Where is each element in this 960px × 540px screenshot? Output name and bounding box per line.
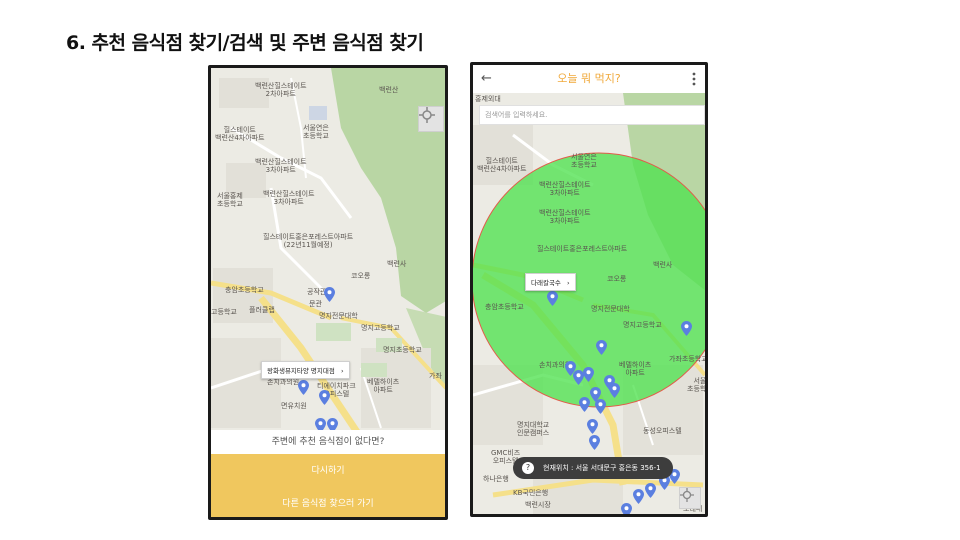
map-label: 베델하이츠 아파트 — [367, 378, 400, 394]
map-pin-icon[interactable] — [609, 383, 620, 398]
retry-button[interactable]: 다시하기 — [211, 454, 445, 488]
locate-icon — [419, 107, 435, 123]
map-pin-icon[interactable] — [595, 399, 606, 414]
map-label: 명지고등학교 — [361, 324, 400, 332]
map-pin-icon[interactable] — [298, 380, 309, 395]
map-label: 백련산힐스테이트 3차아파트 — [255, 158, 307, 174]
right-phone-screen: 홍제외대 힐스테이트 백련산4차아파트 서울연은 초등학교 백련산힐스테이트 3차아파… — [470, 62, 708, 517]
map-label: 백련사 — [387, 260, 407, 268]
map-label: 코오롱 — [351, 272, 371, 280]
map-label: 손치과의원 — [267, 378, 300, 386]
locate-button[interactable] — [418, 106, 444, 132]
map-label: 서울연은 초등학교 — [303, 124, 329, 140]
slide-title: 6. 추천 음식점 찾기/검색 및 주변 음식점 찾기 — [66, 32, 424, 54]
map-label: 명지전문대학 — [591, 305, 630, 313]
find-other-restaurant-button[interactable]: 다른 음식점 찾으러 가기 — [211, 486, 445, 517]
map-label: 백련산힐스테이트 3차아파트 — [539, 181, 591, 197]
right-map[interactable]: 홍제외대 힐스테이트 백련산4차아파트 서울연은 초등학교 백련산힐스테이트 3차아파… — [473, 65, 705, 514]
chevron-right-icon: › — [566, 279, 570, 287]
map-label: 서울연은 초등학교 — [571, 153, 597, 169]
current-location-pill[interactable]: ? 현재위치 : 서울 서대문구 홍은동 356-1 — [513, 457, 673, 479]
map-label: 가좌초등학교 — [669, 355, 708, 363]
locate-icon — [680, 488, 694, 502]
map-pin-icon[interactable] — [579, 397, 590, 412]
map-label: 백련산힐스테이트 3차아파트 — [263, 190, 315, 206]
map-label: 충암초등학교 — [225, 286, 264, 294]
more-vert-icon[interactable] — [691, 72, 697, 86]
restaurant-callout[interactable]: 왕화생뮤지타양 명지대점 › — [261, 361, 350, 379]
park-area — [331, 68, 445, 313]
map-label: 서울초등학교 — [687, 377, 707, 393]
map-label: 백련사 — [653, 261, 673, 269]
map-label: 플러클랩 — [249, 306, 275, 314]
callout-label: 왕화생뮤지타양 명지대점 — [267, 367, 335, 375]
map-label: 백련산힐스테이트 2차아파트 — [255, 82, 307, 98]
app-top-bar: ← 오늘 뭐 먹지? — [473, 65, 705, 93]
map-pin-icon[interactable] — [596, 340, 607, 355]
map-label: 하나은행 — [483, 475, 509, 483]
map-pin-icon[interactable] — [681, 321, 692, 336]
current-location-text: 현재위치 : 서울 서대문구 홍은동 356-1 — [543, 464, 661, 472]
map-label: 베델하이츠 아파트 — [619, 361, 652, 377]
map-label: 문관 — [309, 300, 322, 308]
map-label: 면유치원 — [281, 402, 307, 410]
no-recommendation-question: 주변에 추천 음식점이 없다면? — [211, 430, 445, 454]
map-label: 백련산 — [379, 86, 399, 94]
map-pin-icon[interactable] — [621, 503, 632, 517]
map-pin-icon[interactable] — [583, 367, 594, 382]
map-label: 명지전문대학 — [319, 312, 358, 320]
question-icon: ? — [522, 462, 534, 474]
map-label: 백련시장 — [525, 501, 551, 509]
map-label: 백련산힐스테이트 3차아파트 — [539, 209, 591, 225]
map-label: 충암초등학교 — [485, 303, 524, 311]
map-label: 서울홍제 초등학교 — [217, 192, 243, 208]
map-pin-icon[interactable] — [324, 287, 335, 302]
restaurant-callout[interactable]: 다래칼국수 › — [525, 273, 576, 291]
map-label: 명지고등학교 — [623, 321, 662, 329]
map-label: 가좌 — [429, 372, 442, 380]
search-input[interactable]: 검색어를 입력하세요. — [479, 105, 705, 125]
locate-button[interactable] — [679, 487, 701, 509]
map-label: KB국민은행 — [513, 489, 549, 497]
callout-label: 다래칼국수 — [531, 279, 561, 287]
map-label: 고등학교 — [211, 308, 237, 316]
map-label: 명지초등학교 — [383, 346, 422, 354]
map-pin-icon[interactable] — [587, 419, 598, 434]
map-label: 코오롱 — [607, 275, 627, 283]
app-title: 오늘 뭐 먹지? — [557, 72, 621, 85]
map-label: 힐스테이트 백련산4차아파트 — [477, 157, 527, 173]
left-phone-screen: 백련산힐스테이트 2차아파트 백련산 힐스테이트 백련산4차아파트 서울연은 초등학교… — [208, 65, 448, 520]
map-pin-icon[interactable] — [319, 390, 330, 405]
map-pin-icon[interactable] — [547, 291, 558, 306]
map-pin-icon[interactable] — [645, 483, 656, 498]
map-pin-icon[interactable] — [589, 435, 600, 450]
chevron-right-icon: › — [340, 367, 344, 375]
map-label: 힐스테이트홍은포레스트아파트 — [537, 245, 628, 253]
map-label: 명지대학교 인문캠퍼스 — [517, 421, 550, 437]
map-label: 홍제외대 — [475, 95, 501, 103]
map-label: 힐스테이트홍은포레스트아파트 (22년11월예정) — [263, 233, 354, 249]
map-pin-icon[interactable] — [633, 489, 644, 504]
map-label: 힐스테이트 백련산4차아파트 — [215, 126, 265, 142]
map-label: 동성오피스텔 — [643, 427, 682, 435]
